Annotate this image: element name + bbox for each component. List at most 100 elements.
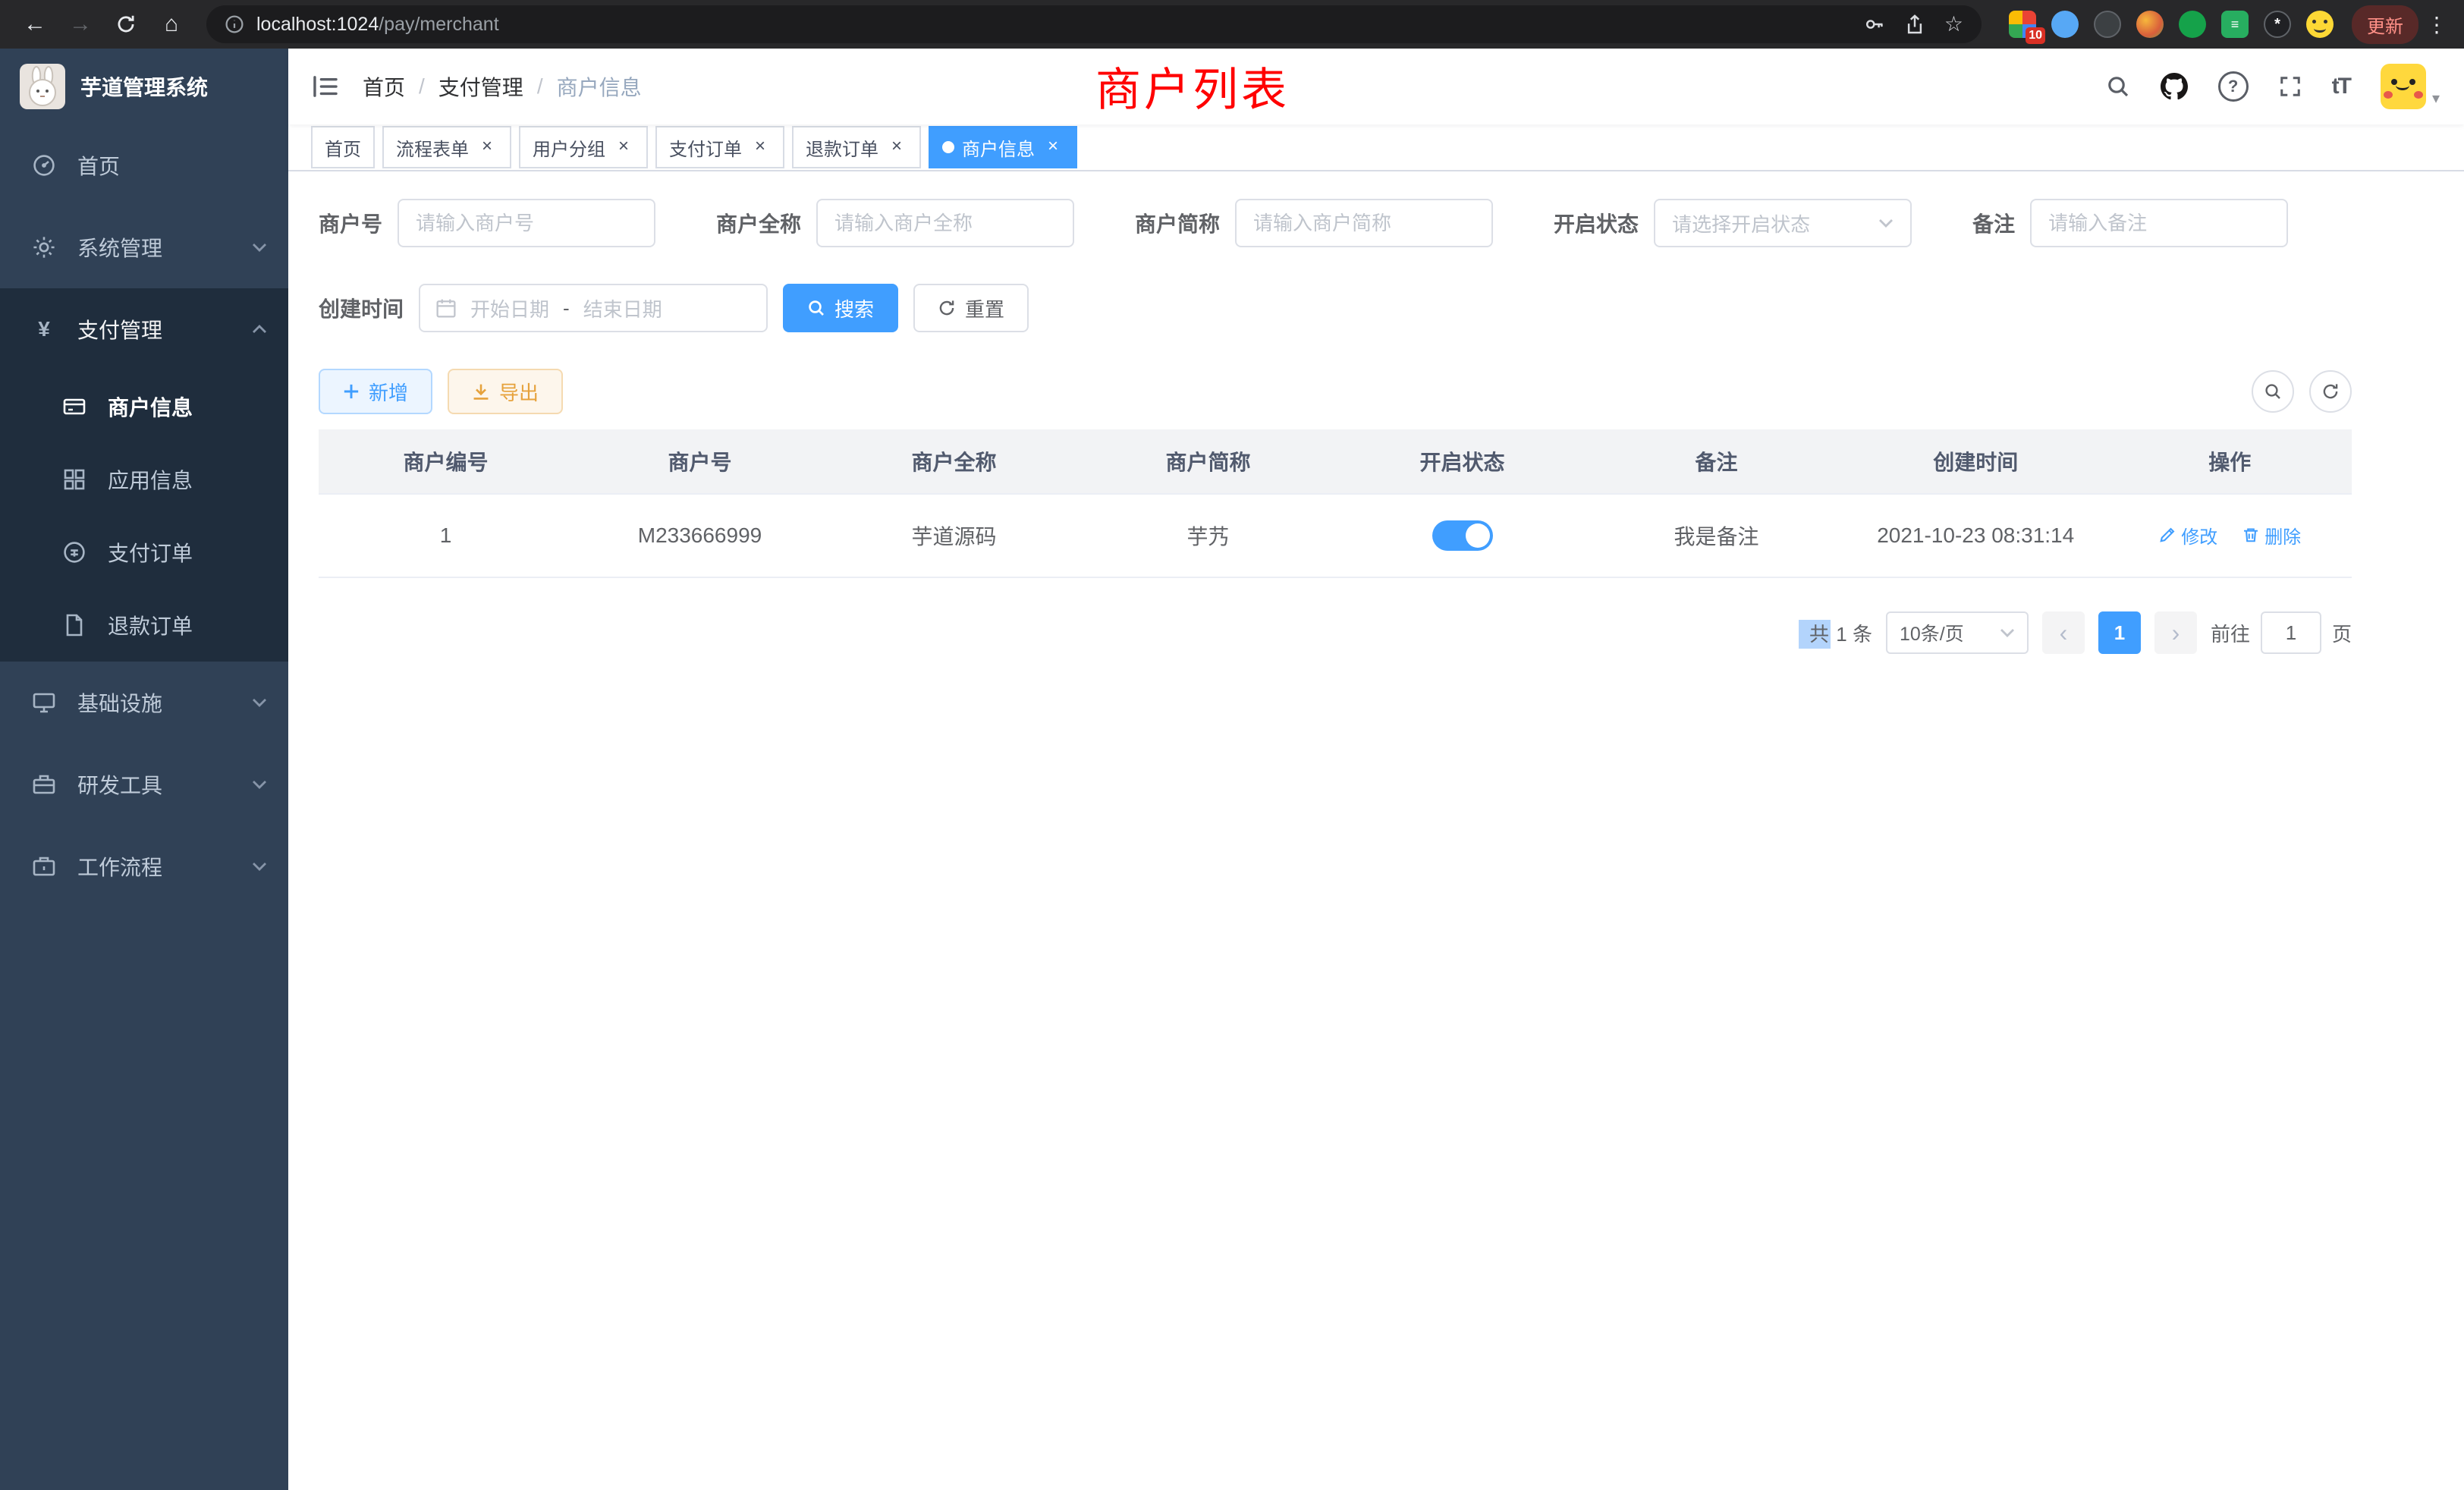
extension-icon[interactable]: *: [2264, 11, 2291, 38]
goto-page-input[interactable]: [2261, 611, 2321, 654]
chevron-down-icon: [252, 862, 267, 871]
extension-icon[interactable]: ≡: [2221, 11, 2249, 38]
filter-status: 开启状态 请选择开启状态: [1554, 199, 1912, 247]
status-toggle[interactable]: [1432, 520, 1493, 551]
sidebar-item-workflow[interactable]: 工作流程: [0, 825, 288, 907]
sidebar-item-refund-order[interactable]: 退款订单: [0, 589, 288, 662]
reset-button[interactable]: 重置: [913, 284, 1029, 332]
extension-icon[interactable]: [2136, 11, 2164, 38]
breadcrumb-separator: /: [537, 74, 543, 99]
search-icon[interactable]: [2106, 74, 2130, 99]
tab-pay-order[interactable]: 支付订单×: [655, 126, 784, 168]
github-icon[interactable]: [2161, 73, 2188, 100]
breadcrumb-item[interactable]: 支付管理: [438, 71, 523, 102]
breadcrumb-separator: /: [419, 74, 425, 99]
monitor-icon: [30, 689, 58, 716]
merchant-short-input[interactable]: [1235, 199, 1493, 247]
next-page-button[interactable]: ›: [2154, 611, 2197, 654]
close-icon[interactable]: ×: [476, 137, 498, 158]
extension-icon[interactable]: 10: [2009, 11, 2036, 38]
caret-down-icon: ▾: [2432, 91, 2440, 109]
close-icon[interactable]: ×: [1042, 137, 1064, 158]
password-key-icon[interactable]: [1864, 14, 1885, 35]
toggle-search-icon[interactable]: [2252, 370, 2294, 413]
sidebar-item-label: 支付管理: [77, 314, 252, 344]
status-select[interactable]: 请选择开启状态: [1654, 199, 1912, 247]
export-button[interactable]: 导出: [448, 369, 563, 414]
extension-icon[interactable]: [2179, 11, 2206, 38]
app-logo[interactable]: 芋道管理系统: [0, 49, 288, 124]
merchant-name-input[interactable]: [816, 199, 1074, 247]
url-host: localhost:1024: [256, 14, 379, 35]
tab-process-form[interactable]: 流程表单×: [382, 126, 511, 168]
main-area: 首页 / 支付管理 / 商户信息 商户列表 ?: [288, 49, 2464, 1490]
delete-button-label: 删除: [2264, 522, 2301, 549]
tab-refund-order[interactable]: 退款订单×: [792, 126, 921, 168]
breadcrumb-item[interactable]: 首页: [363, 71, 405, 102]
delete-button[interactable]: 删除: [2242, 522, 2301, 549]
sidebar-item-home[interactable]: 首页: [0, 124, 288, 206]
refresh-icon[interactable]: [2309, 370, 2352, 413]
annotation-merchant-list: 商户列表: [1095, 53, 1290, 119]
browser-menu-icon[interactable]: ⋮: [2425, 12, 2449, 37]
sidebar-item-merchant-info[interactable]: 商户信息: [0, 370, 288, 443]
close-icon[interactable]: ×: [750, 137, 771, 158]
edit-button[interactable]: 修改: [2158, 522, 2217, 549]
sidebar-item-label: 退款订单: [108, 610, 267, 640]
sidebar: 芋道管理系统 首页 系统管理: [0, 49, 288, 1490]
merchant-no-input[interactable]: [398, 199, 655, 247]
app-frame: 芋道管理系统 首页 系统管理: [0, 49, 2464, 1490]
sidebar-item-app-info[interactable]: 应用信息: [0, 443, 288, 516]
date-range-picker[interactable]: 开始日期 - 结束日期: [419, 284, 768, 332]
chevron-up-icon: [252, 325, 267, 334]
filter-remark: 备注: [1972, 199, 2288, 247]
search-button-label: 搜索: [834, 294, 874, 322]
search-button[interactable]: 搜索: [783, 284, 898, 332]
help-icon[interactable]: ?: [2218, 71, 2249, 102]
url-path: /pay/merchant: [379, 14, 498, 35]
sidebar-item-payment[interactable]: ¥ 支付管理: [0, 288, 288, 370]
sidebar-menu: 首页 系统管理 ¥ 支付管理: [0, 124, 288, 907]
tab-home[interactable]: 首页: [311, 126, 375, 168]
sidebar-toggle-icon[interactable]: [313, 75, 338, 98]
close-icon[interactable]: ×: [613, 137, 634, 158]
profile-avatar-icon[interactable]: [2306, 11, 2334, 38]
goto-label: 前往: [2211, 619, 2250, 647]
tab-user-group[interactable]: 用户分组×: [519, 126, 648, 168]
font-size-icon[interactable]: tT: [2332, 74, 2350, 99]
browser-reload-icon[interactable]: [106, 5, 146, 44]
remark-input[interactable]: [2030, 199, 2288, 247]
fullscreen-icon[interactable]: [2279, 75, 2302, 98]
add-button[interactable]: 新增: [319, 369, 432, 414]
sidebar-item-devtools[interactable]: 研发工具: [0, 743, 288, 825]
tab-label: 首页: [325, 134, 361, 161]
card-icon: [61, 393, 88, 420]
user-menu[interactable]: ▾: [2381, 64, 2440, 109]
sidebar-item-pay-order[interactable]: 支付订单: [0, 516, 288, 589]
address-bar[interactable]: localhost:1024/pay/merchant ☆: [206, 5, 1982, 43]
browser-update-button[interactable]: 更新: [2352, 5, 2418, 44]
close-icon[interactable]: ×: [886, 137, 907, 158]
field-label: 备注: [1972, 208, 2015, 238]
gear-icon: [30, 234, 58, 261]
tab-merchant-info[interactable]: 商户信息×: [929, 126, 1077, 168]
prev-page-button[interactable]: ‹: [2042, 611, 2085, 654]
site-info-icon[interactable]: [225, 14, 244, 34]
extension-icon[interactable]: [2051, 11, 2079, 38]
bookmark-star-icon[interactable]: ☆: [1944, 14, 1963, 35]
current-page-button[interactable]: 1: [2098, 611, 2141, 654]
logo-image: [20, 64, 65, 109]
share-icon[interactable]: [1905, 14, 1925, 35]
cell-merchant-id: 1: [319, 494, 573, 577]
sidebar-item-infrastructure[interactable]: 基础设施: [0, 662, 288, 743]
sidebar-item-label: 商户信息: [108, 391, 267, 422]
field-label: 开启状态: [1554, 208, 1639, 238]
sidebar-item-system[interactable]: 系统管理: [0, 206, 288, 288]
extension-badge: 10: [2026, 27, 2045, 44]
browser-forward-icon[interactable]: →: [61, 5, 100, 44]
browser-home-icon[interactable]: ⌂: [152, 5, 191, 44]
browser-back-icon[interactable]: ←: [15, 5, 55, 44]
page-size-select[interactable]: 10条/页: [1886, 611, 2029, 654]
column-header: 商户全称: [827, 429, 1081, 494]
extension-icon[interactable]: [2094, 11, 2121, 38]
